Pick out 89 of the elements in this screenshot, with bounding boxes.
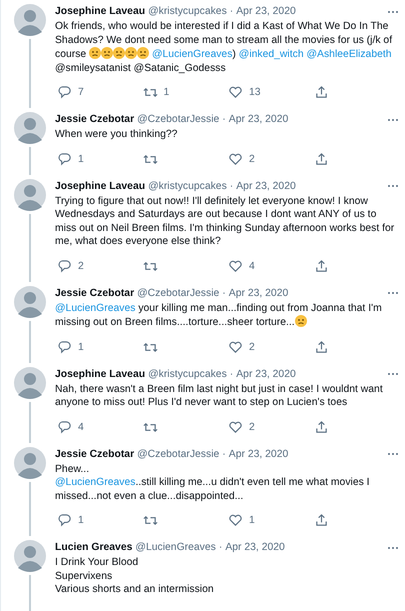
tweet-text: @LucienGreaves your killing me man...finding out from Joanna that I'm missing out on Breen films....torture...sheer torture...	[55, 302, 383, 330]
more-icon[interactable]	[387, 546, 399, 550]
user-handle[interactable]: @kristycupcakes	[148, 6, 227, 17]
user-name[interactable]: Josephine Laveau	[55, 6, 146, 17]
share-icon	[314, 85, 328, 100]
more-icon[interactable]	[387, 118, 399, 122]
tweet-text: @LucienGreaves..still killing me...u didn't even tell me what movies I missed...not even a clue...disappointed...	[55, 476, 371, 503]
separator-dot: ·	[222, 288, 226, 298]
mention-link[interactable]: @AshleeElizabeth	[304, 49, 392, 60]
like-button[interactable]: 13	[228, 85, 314, 100]
reply-icon	[57, 258, 72, 274]
more-icon[interactable]	[387, 452, 399, 456]
reply-icon	[57, 85, 72, 100]
like-button[interactable]: 2	[228, 340, 314, 354]
reply-icon	[57, 513, 72, 528]
heart-icon	[228, 420, 243, 434]
user-name[interactable]: Jessie Czebotar	[55, 288, 134, 298]
separator-dot: ·	[230, 180, 234, 192]
tweet-date[interactable]: Apr 23, 2020	[236, 6, 296, 17]
mention-link[interactable]: @LucienGreaves	[55, 477, 136, 488]
reply-button[interactable]: 1	[57, 340, 142, 354]
user-name[interactable]: Lucien Greaves	[55, 542, 132, 553]
separator-dot: ·	[222, 114, 226, 125]
separator-dot: ·	[222, 448, 226, 460]
reply-button[interactable]: 2	[57, 258, 142, 274]
tweet-date[interactable]: Apr 23, 2020	[228, 114, 288, 125]
emoji-icon	[137, 47, 150, 59]
reply-icon	[57, 420, 72, 434]
like-button[interactable]: 1	[228, 513, 314, 528]
separator-dot: ·	[230, 6, 234, 17]
tweet-text: Ok friends, who would be interested if I did a Kast of What We Do In The Shadows? We dont need some man to stream all the movies for us (j/k of course @LucienGreaves) @inked_witch @AshleeElizabeth @smileysatanist @Satanic_Godesss	[55, 20, 394, 75]
tweet-text: Supervixens	[55, 570, 114, 583]
share-icon	[314, 152, 328, 166]
tweet-date[interactable]: Apr 23, 2020	[228, 288, 288, 298]
like-button[interactable]: 4	[228, 258, 314, 274]
heart-icon	[228, 152, 243, 166]
tweet-text: I Drink Your Blood	[55, 556, 140, 570]
reply-button[interactable]: 4	[57, 420, 142, 434]
retweet-button[interactable]: 1	[142, 85, 228, 100]
emoji-icon	[113, 47, 126, 59]
share-icon	[314, 340, 328, 354]
user-name[interactable]: Josephine Laveau	[55, 180, 146, 192]
mention-link[interactable]: @LucienGreaves	[55, 302, 136, 314]
separator-dot: ·	[218, 542, 222, 553]
emoji-icon	[125, 47, 138, 59]
tweet-date[interactable]: Apr 23, 2020	[225, 542, 285, 553]
user-name[interactable]: Jessie Czebotar	[55, 114, 134, 125]
emoji-icon	[294, 315, 307, 327]
share-icon	[314, 258, 328, 274]
tweet-text: Phew...	[55, 462, 90, 476]
tweet-text: Trying to figure that out now!! I'll definitely let everyone know! I know Wednesdays and Saturdays are out because I dont want ANY of us to miss out on Neil Breen films. I'm thinking Sunday afternoon works best for me, what does everyone else think?	[55, 194, 396, 248]
user-handle[interactable]: @LucienGreaves	[135, 542, 216, 553]
user-name[interactable]: Josephine Laveau	[55, 368, 146, 380]
reply-icon	[57, 152, 72, 166]
separator-dot: ·	[230, 368, 234, 380]
more-icon[interactable]	[387, 184, 399, 188]
heart-icon	[228, 85, 243, 100]
emoji-icon	[101, 47, 114, 59]
share-icon	[314, 513, 328, 528]
user-name[interactable]: Jessie Czebotar	[55, 448, 134, 460]
tweet-date[interactable]: Apr 23, 2020	[236, 368, 296, 380]
reply-icon	[57, 340, 72, 354]
more-icon[interactable]	[387, 10, 399, 14]
tweet-date[interactable]: Apr 23, 2020	[236, 180, 296, 192]
tweet-text: Various shorts and an intermission	[55, 583, 215, 596]
like-button[interactable]: 2	[228, 420, 314, 434]
more-icon[interactable]	[387, 372, 399, 376]
more-icon[interactable]	[387, 291, 399, 295]
heart-icon	[228, 513, 243, 528]
mention-link[interactable]: @LucienGreaves	[149, 49, 232, 60]
heart-icon	[228, 340, 243, 354]
tweet-text: Nah, there wasn't a Breen film last night but just in case! I wouldnt want anyone to miss out! Plus I'd never want to step on Lucien's toes	[55, 382, 384, 410]
emoji-icon	[89, 47, 102, 59]
reply-button[interactable]: 1	[57, 513, 142, 528]
share-icon	[314, 420, 328, 434]
user-handle[interactable]: @CzebotarJessie	[137, 114, 220, 125]
like-button[interactable]: 2	[228, 152, 314, 166]
retweet-icon	[142, 513, 158, 528]
user-handle[interactable]: @CzebotarJessie	[137, 288, 220, 298]
tweet-date[interactable]: Apr 23, 2020	[228, 448, 288, 460]
retweet-icon	[142, 85, 158, 100]
heart-icon	[228, 258, 243, 274]
user-handle[interactable]: @kristycupcakes	[148, 368, 227, 380]
user-handle[interactable]: @CzebotarJessie	[137, 448, 220, 460]
reply-button[interactable]: 1	[57, 152, 142, 166]
reply-button[interactable]: 7	[57, 85, 142, 100]
tweet-text: When were you thinking??	[55, 128, 178, 142]
user-handle[interactable]: @kristycupcakes	[148, 180, 227, 192]
mention-link[interactable]: @inked_witch	[238, 49, 304, 60]
